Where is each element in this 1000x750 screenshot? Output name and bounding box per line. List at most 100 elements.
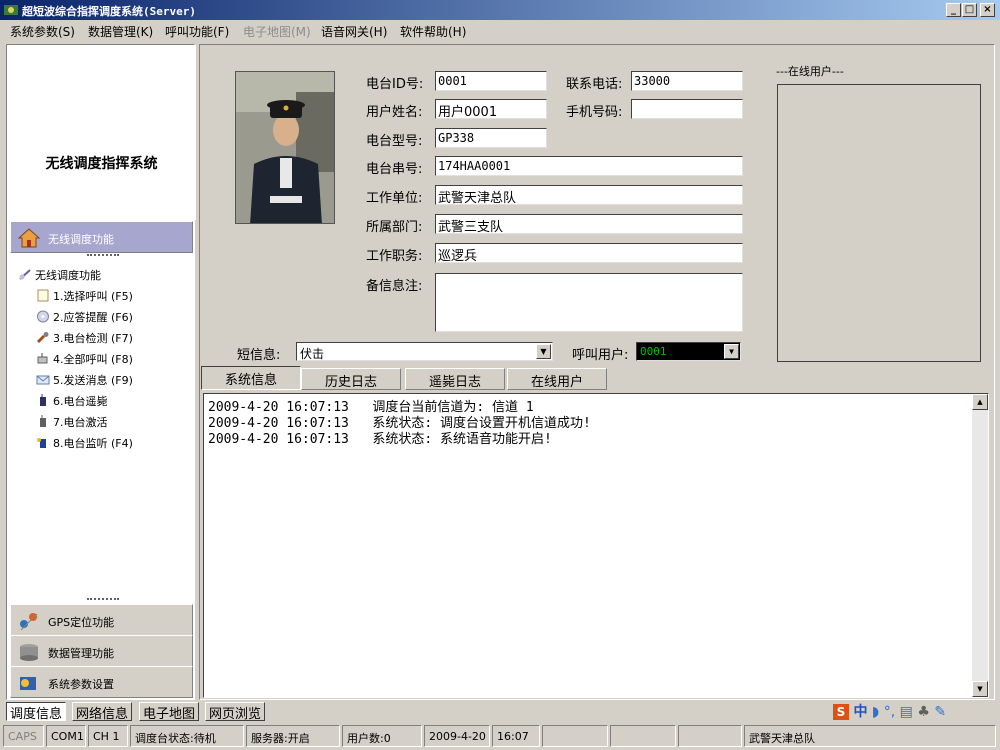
user-name-label: 用户姓名: bbox=[366, 105, 423, 120]
phone-field[interactable]: 33000 bbox=[631, 71, 743, 91]
menu-electronic-map[interactable]: 电子地图(M) bbox=[243, 23, 311, 40]
tool-icon bbox=[36, 332, 49, 344]
page-icon bbox=[37, 289, 49, 302]
section-radio-dispatch[interactable]: 无线调度功能 bbox=[10, 221, 193, 253]
unit-field[interactable]: 武警天津总队 bbox=[435, 185, 743, 205]
splitter-grip-top[interactable] bbox=[87, 254, 119, 257]
log-text: 系统状态: 系统语音功能开启! bbox=[372, 432, 552, 447]
tree-item-radio-activate[interactable]: 7.电台激活 bbox=[36, 414, 108, 430]
ime-tray: S 中 ◗ °, ▤ ♣ ✎ bbox=[833, 701, 967, 720]
window-title: 超短波综合指挥调度系统(Server) bbox=[22, 5, 196, 18]
section-data-management[interactable]: 数据管理功能 bbox=[10, 635, 193, 667]
tree-item-select-call[interactable]: 1.选择呼叫 (F5) bbox=[36, 288, 133, 304]
model-field[interactable]: GP338 bbox=[435, 128, 547, 148]
unit-label: 工作单位: bbox=[366, 191, 423, 206]
radio-activate-icon bbox=[40, 415, 46, 427]
gps-icon bbox=[20, 613, 38, 631]
tree-item-label: 8.电台监听 (F4) bbox=[53, 437, 133, 450]
status-date: 2009-4-20 bbox=[424, 725, 490, 747]
tree-item-radio-kill[interactable]: 6.电台遥毙 bbox=[36, 393, 108, 409]
tree-root-label: 无线调度功能 bbox=[35, 269, 101, 282]
menu-system-params[interactable]: 系统参数(S) bbox=[10, 23, 75, 40]
dept-label: 所属部门: bbox=[366, 220, 423, 235]
channel: CH 1 bbox=[88, 725, 128, 747]
mobile-label: 手机号码: bbox=[566, 105, 623, 120]
radio-id-field[interactable]: 0001 bbox=[435, 71, 547, 91]
menu-voice-gateway[interactable]: 语音网关(H) bbox=[321, 23, 387, 40]
sidebar: 无线调度指挥系统 无线调度功能 无线调度功能 1.选择呼叫 (F5) 2.应答提… bbox=[6, 44, 196, 700]
com-port: COM1 bbox=[46, 725, 86, 747]
sms-value: 伏击 bbox=[300, 347, 325, 361]
tree-root-icon bbox=[19, 269, 31, 280]
log-tabs: 系统信息 历史日志 遥毙日志 在线用户 bbox=[201, 366, 991, 391]
tab-system-info[interactable]: 系统信息 bbox=[201, 366, 301, 390]
duty-field[interactable]: 巡逻兵 bbox=[435, 243, 743, 263]
lang-indicator[interactable]: 中 bbox=[853, 704, 867, 720]
scroll-down-icon[interactable]: ▼ bbox=[972, 681, 988, 697]
serial-label: 电台串号: bbox=[366, 162, 423, 177]
user-photo bbox=[235, 71, 335, 224]
status-empty-3 bbox=[678, 725, 742, 747]
maximize-button[interactable]: □ bbox=[962, 3, 977, 17]
section-radio-dispatch-label: 无线调度功能 bbox=[48, 233, 114, 246]
bottom-tab-web-browse[interactable]: 网页浏览 bbox=[205, 702, 266, 722]
section-gps-label: GPS定位功能 bbox=[48, 616, 115, 629]
menu-call-functions[interactable]: 呼叫功能(F) bbox=[165, 23, 229, 40]
section-gps[interactable]: GPS定位功能 bbox=[10, 604, 193, 636]
moon-icon[interactable]: ◗ bbox=[872, 704, 879, 720]
online-users-list[interactable] bbox=[777, 84, 981, 362]
cd-icon bbox=[37, 310, 49, 323]
tree-item-radio-monitor[interactable]: 8.电台监听 (F4) bbox=[36, 435, 133, 451]
section-system-settings[interactable]: 系统参数设置 bbox=[10, 666, 193, 698]
tree-item-label: 2.应答提醒 (F6) bbox=[53, 311, 133, 324]
dept-field[interactable]: 武警三支队 bbox=[435, 214, 743, 234]
sogou-ime-icon[interactable]: S bbox=[833, 704, 849, 720]
punctuation-icon[interactable]: °, bbox=[884, 704, 895, 720]
sms-label: 短信息: bbox=[237, 348, 281, 363]
tab-kill-log[interactable]: 遥毙日志 bbox=[405, 368, 505, 390]
log-time: 2009-4-20 16:07:13 bbox=[208, 432, 349, 447]
tool-wrench-icon[interactable]: ✎ bbox=[934, 704, 946, 720]
phone-label: 联系电话: bbox=[566, 77, 623, 92]
tree-item-radio-check[interactable]: 3.电台检测 (F7) bbox=[36, 330, 133, 346]
tree-item-response-reminder[interactable]: 2.应答提醒 (F6) bbox=[36, 309, 133, 325]
status-time: 16:07 bbox=[492, 725, 540, 747]
bottom-tab-network-info[interactable]: 网络信息 bbox=[72, 702, 133, 722]
log-output[interactable]: 2009-4-20 16:07:13 调度台当前信道为: 信道 1 2009-4… bbox=[203, 393, 989, 698]
splitter-grip-bottom[interactable] bbox=[87, 598, 119, 601]
close-button[interactable]: × bbox=[980, 3, 995, 17]
chevron-down-icon[interactable]: ▼ bbox=[724, 344, 739, 359]
tree-root[interactable]: 无线调度功能 bbox=[18, 267, 101, 283]
tree-item-call-all[interactable]: 4.全部呼叫 (F8) bbox=[36, 351, 133, 367]
tree-item-send-message[interactable]: 5.发送消息 (F9) bbox=[36, 372, 133, 388]
menu-data-management[interactable]: 数据管理(K) bbox=[88, 23, 153, 40]
message-icon bbox=[36, 375, 50, 385]
chevron-down-icon[interactable]: ▼ bbox=[536, 344, 551, 359]
call-user-combo[interactable]: 0001 ▼ bbox=[636, 342, 741, 361]
database-icon bbox=[20, 644, 38, 661]
server-state: 服务器:开启 bbox=[246, 725, 340, 747]
vertical-scrollbar[interactable]: ▲ ▼ bbox=[972, 394, 988, 697]
minimize-button[interactable]: _ bbox=[946, 3, 961, 17]
serial-field[interactable]: 174HAA0001 bbox=[435, 156, 743, 176]
sms-combo[interactable]: 伏击 ▼ bbox=[296, 342, 553, 361]
mobile-field[interactable] bbox=[631, 99, 743, 119]
tree-item-label: 1.选择呼叫 (F5) bbox=[53, 290, 133, 303]
tree-item-label: 6.电台遥毙 bbox=[53, 395, 108, 408]
keyboard-icon[interactable]: ▤ bbox=[900, 704, 913, 720]
scroll-up-icon[interactable]: ▲ bbox=[972, 394, 988, 410]
settings-icon bbox=[20, 677, 36, 690]
bottom-tab-electronic-map[interactable]: 电子地图 bbox=[139, 702, 200, 722]
user-name-field[interactable]: 用户0001 bbox=[435, 99, 547, 119]
tab-online-users[interactable]: 在线用户 bbox=[507, 368, 607, 390]
menu-help[interactable]: 软件帮助(H) bbox=[400, 23, 466, 40]
tab-history-log[interactable]: 历史日志 bbox=[301, 368, 401, 390]
tree-item-label: 3.电台检测 (F7) bbox=[53, 332, 133, 345]
call-user-label: 呼叫用户: bbox=[572, 348, 629, 363]
section-system-settings-label: 系统参数设置 bbox=[48, 678, 114, 691]
bottom-tab-dispatch-info[interactable]: 调度信息 bbox=[6, 702, 67, 722]
note-textarea[interactable] bbox=[435, 273, 743, 332]
skin-icon[interactable]: ♣ bbox=[917, 704, 930, 720]
status-bar: CAPS COM1 CH 1 调度台状态:待机 服务器:开启 用户数:0 200… bbox=[0, 723, 1000, 750]
tree-item-label: 5.发送消息 (F9) bbox=[53, 374, 133, 387]
